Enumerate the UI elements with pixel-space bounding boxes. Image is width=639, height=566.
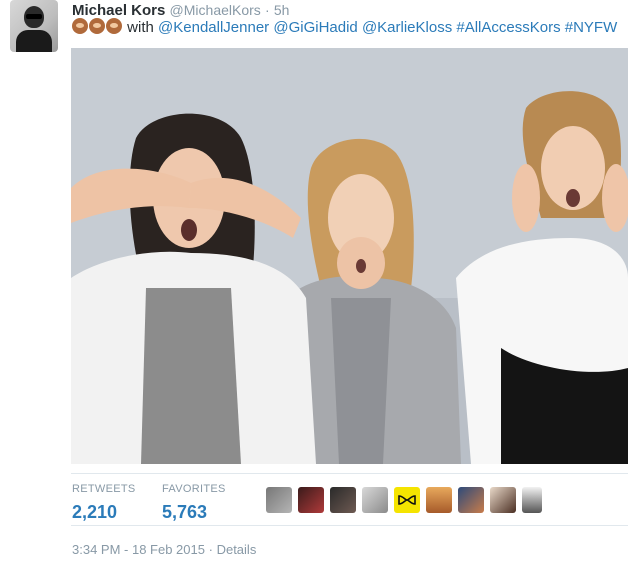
author-avatar[interactable] [10, 0, 58, 52]
yellow-logo-icon [398, 495, 416, 505]
favoriter-avatar-8[interactable] [490, 487, 516, 513]
favoriter-avatar-2[interactable] [298, 487, 324, 513]
retweets-label: RETWEETS [72, 483, 136, 495]
favorites-count: 5,763 [162, 502, 208, 522]
favoriter-avatar-6[interactable] [426, 487, 452, 513]
tweet-footer: 3:34 PM - 18 Feb 2015 · Details [72, 542, 256, 558]
favorites-label: FAVORITES [162, 483, 226, 495]
footer-separator: · [208, 542, 213, 557]
favoriter-avatar-4[interactable] [362, 487, 388, 513]
author-name[interactable]: Michael Kors [72, 2, 165, 19]
avatar-figure-body [16, 30, 52, 52]
mention-kendalljenner[interactable]: @KendallJenner [158, 19, 269, 36]
favoriter-avatar-5[interactable] [394, 487, 420, 513]
tweet-timestamp: 3:34 PM - 18 Feb 2015 [72, 542, 205, 557]
avatar-sunglasses [26, 14, 42, 19]
tweet-text: with @KendallJenner @GiGiHadid @KarlieKl… [72, 18, 617, 38]
header-separator: · [264, 2, 270, 18]
favorites-stat[interactable]: FAVORITES 5,763 [162, 482, 226, 523]
favoriter-avatar-9[interactable] [522, 487, 542, 513]
tweet-photo[interactable] [71, 48, 628, 464]
speak-no-evil-monkey-icon [89, 18, 105, 34]
tweet-prefix: with [127, 19, 154, 36]
tweet-header: Michael Kors @MichaelKors · 5h [72, 0, 289, 20]
retweets-stat[interactable]: RETWEETS 2,210 [72, 482, 136, 523]
tweet-time[interactable]: 5h [274, 2, 290, 18]
stats-top-divider [71, 473, 628, 474]
hear-no-evil-monkey-icon [106, 18, 122, 34]
hashtag-nyfw[interactable]: #NYFW [565, 19, 618, 36]
details-link[interactable]: Details [217, 542, 257, 557]
favoriter-avatar-1[interactable] [266, 487, 292, 513]
retweets-count: 2,210 [72, 502, 118, 522]
see-no-evil-monkey-icon [72, 18, 88, 34]
mention-gigihadid[interactable]: @GiGiHadid [273, 19, 357, 36]
stats-bottom-divider [71, 525, 628, 526]
photo-illustration [71, 48, 628, 464]
author-handle[interactable]: @MichaelKors [170, 2, 261, 18]
favoriter-avatar-7[interactable] [458, 487, 484, 513]
hashtag-allaccesskors[interactable]: #AllAccessKors [456, 19, 560, 36]
mention-karliekloss[interactable]: @KarlieKloss [362, 19, 452, 36]
favoriter-avatar-3[interactable] [330, 487, 356, 513]
